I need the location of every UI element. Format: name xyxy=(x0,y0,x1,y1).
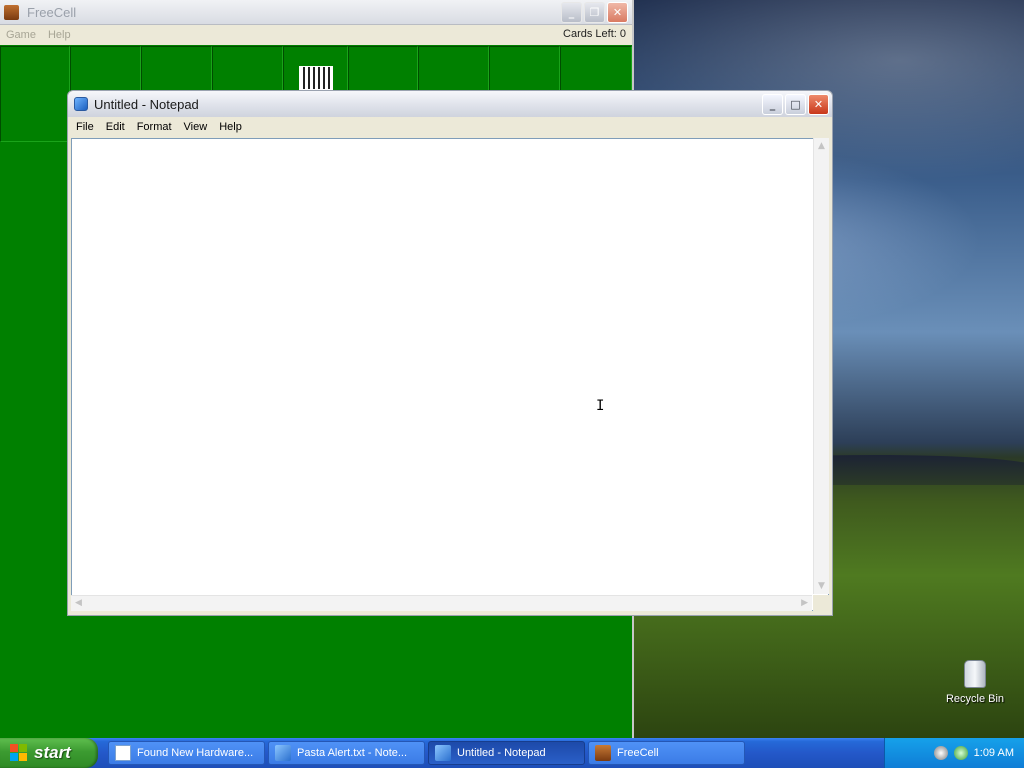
taskbar-item-label: Pasta Alert.txt - Note... xyxy=(297,747,408,759)
recycle-bin-shortcut[interactable]: Recycle Bin xyxy=(940,660,1010,705)
network-icon[interactable] xyxy=(933,746,948,760)
cards-left-counter: Cards Left: 0 xyxy=(563,28,626,40)
notepad-titlebar[interactable]: Untitled - Notepad _ □ ✕ xyxy=(68,91,832,117)
freecell-title: FreeCell xyxy=(27,4,77,20)
notepad-maximize-button[interactable]: □ xyxy=(785,94,806,115)
freecell-icon xyxy=(4,4,19,20)
notepad-menu-view[interactable]: View xyxy=(184,121,208,133)
taskbar-item-untitled-notepad[interactable]: Untitled - Notepad xyxy=(428,741,585,765)
notepad-icon xyxy=(275,745,291,761)
freecell-menubar: Game Help Cards Left: 0 xyxy=(0,25,632,45)
taskbar-item-freecell[interactable]: FreeCell xyxy=(588,741,745,765)
taskbar-item-pasta-alert[interactable]: Pasta Alert.txt - Note... xyxy=(268,741,425,765)
notepad-window: Untitled - Notepad _ □ ✕ File Edit Forma… xyxy=(67,90,833,616)
system-tray: 1:09 AM xyxy=(884,738,1024,768)
notepad-menubar: File Edit Format View Help xyxy=(68,117,832,137)
taskbar-item-label: FreeCell xyxy=(617,747,659,759)
notepad-icon xyxy=(435,745,451,761)
notepad-menu-edit[interactable]: Edit xyxy=(106,121,125,133)
notepad-menu-format[interactable]: Format xyxy=(137,121,172,133)
notepad-text-area[interactable] xyxy=(71,138,829,611)
hardware-icon xyxy=(115,745,131,761)
king-icon xyxy=(299,66,333,90)
taskbar: start Found New Hardware... Pasta Alert.… xyxy=(0,738,1024,768)
notepad-icon xyxy=(74,97,88,111)
notepad-close-button[interactable]: ✕ xyxy=(808,94,829,115)
recycle-bin-label: Recycle Bin xyxy=(945,693,1005,705)
freecell-menu-game[interactable]: Game xyxy=(6,29,36,41)
windows-logo-icon xyxy=(10,744,28,762)
freecell-titlebar[interactable]: FreeCell _ ❐ ✕ xyxy=(0,0,632,25)
security-icon[interactable] xyxy=(953,746,968,760)
freecell-menu-help[interactable]: Help xyxy=(48,29,71,41)
taskbar-item-label: Untitled - Notepad xyxy=(457,747,546,759)
free-cell-1[interactable] xyxy=(0,46,70,142)
freecell-close-button[interactable]: ✕ xyxy=(607,2,628,23)
freecell-minimize-button[interactable]: _ xyxy=(561,2,582,23)
clock[interactable]: 1:09 AM xyxy=(974,747,1014,759)
freecell-icon xyxy=(595,745,611,761)
start-label: start xyxy=(34,743,71,762)
recycle-bin-icon xyxy=(964,660,986,688)
start-button[interactable]: start xyxy=(0,738,98,768)
notepad-title: Untitled - Notepad xyxy=(94,96,199,112)
notepad-menu-file[interactable]: File xyxy=(76,121,94,133)
taskbar-item-found-hardware[interactable]: Found New Hardware... xyxy=(108,741,265,765)
notepad-menu-help[interactable]: Help xyxy=(219,121,242,133)
notepad-minimize-button[interactable]: _ xyxy=(762,94,783,115)
freecell-restore-button[interactable]: ❐ xyxy=(584,2,605,23)
taskbar-item-label: Found New Hardware... xyxy=(137,747,254,759)
